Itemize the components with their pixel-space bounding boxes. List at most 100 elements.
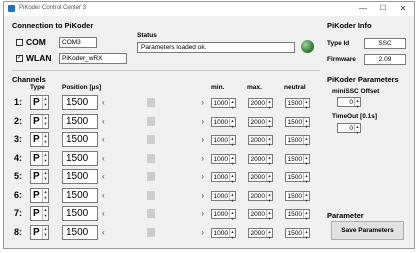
channel-type-select[interactable]: P ▲ ▼ (30, 206, 49, 221)
spin-arrows-icon[interactable]: ▲ ▼ (42, 207, 48, 220)
spin-arrows-icon[interactable]: ▲ ▼ (229, 99, 235, 110)
channel-max-stepper[interactable]: 2000 ▲ ▼ (248, 228, 273, 240)
slider-thumb[interactable] (147, 135, 155, 144)
channel-position-field[interactable]: 1500 (62, 225, 98, 240)
channel-position-field[interactable]: 1500 (62, 188, 98, 203)
channel-neutral-stepper[interactable]: 1500 ▲ ▼ (285, 154, 310, 166)
maximize-button[interactable]: ☐ (374, 3, 392, 14)
channel-neutral-stepper[interactable]: 1500 ▲ ▼ (285, 98, 310, 110)
channel-position-slider[interactable]: ‹ › (102, 135, 204, 144)
scroll-left-icon[interactable]: ‹ (102, 191, 105, 200)
spin-arrows-icon[interactable]: ▲ ▼ (303, 99, 309, 110)
spin-arrows-icon[interactable]: ▲ ▼ (303, 173, 309, 184)
slider-thumb[interactable] (147, 154, 155, 163)
spin-arrows-icon[interactable]: ▲ ▼ (42, 152, 48, 165)
spin-arrows-icon[interactable]: ▲ ▼ (229, 118, 235, 129)
channel-position-field[interactable]: 1500 (62, 132, 98, 147)
scroll-right-icon[interactable]: › (201, 191, 204, 200)
slider-thumb[interactable] (147, 209, 155, 218)
scroll-left-icon[interactable]: ‹ (102, 172, 105, 181)
spin-arrows-icon[interactable]: ▲ ▼ (266, 210, 272, 221)
channel-neutral-stepper[interactable]: 1500 ▲ ▼ (285, 172, 310, 184)
channel-max-stepper[interactable]: 2000 ▲ ▼ (248, 154, 273, 166)
channel-min-stepper[interactable]: 1000 ▲ ▼ (211, 209, 236, 221)
scroll-right-icon[interactable]: › (201, 135, 204, 144)
channel-position-field[interactable]: 1500 (62, 151, 98, 166)
scroll-right-icon[interactable]: › (201, 117, 204, 126)
channel-position-slider[interactable]: ‹ › (102, 191, 204, 200)
channel-max-stepper[interactable]: 2000 ▲ ▼ (248, 117, 273, 129)
slider-thumb[interactable] (147, 172, 155, 181)
scroll-left-icon[interactable]: ‹ (102, 98, 105, 107)
spin-arrows-icon[interactable]: ▲ ▼ (229, 192, 235, 203)
spin-arrows-icon[interactable]: ▲ ▼ (42, 189, 48, 202)
spin-arrows-icon[interactable]: ▲ ▼ (42, 96, 48, 109)
spin-arrows-icon[interactable]: ▲ ▼ (266, 192, 272, 203)
channel-position-slider[interactable]: ‹ › (102, 117, 204, 126)
channel-max-stepper[interactable]: 2000 ▲ ▼ (248, 172, 273, 184)
channel-position-field[interactable]: 1500 (62, 169, 98, 184)
channel-min-stepper[interactable]: 1000 ▲ ▼ (211, 228, 236, 240)
scroll-left-icon[interactable]: ‹ (102, 154, 105, 163)
channel-neutral-stepper[interactable]: 1500 ▲ ▼ (285, 209, 310, 221)
spin-arrows-icon[interactable]: ▲ ▼ (42, 115, 48, 128)
spin-arrows-icon[interactable]: ▲ ▼ (42, 170, 48, 183)
spin-arrows-icon[interactable]: ▲ ▼ (266, 229, 272, 240)
slider-thumb[interactable] (147, 191, 155, 200)
channel-position-slider[interactable]: ‹ › (102, 98, 204, 107)
com-port-field[interactable]: COM3 (59, 37, 97, 48)
offset-stepper[interactable]: 0 ▲ ▼ (337, 97, 361, 109)
channel-min-stepper[interactable]: 1000 ▲ ▼ (211, 191, 236, 203)
channel-position-field[interactable]: 1500 (62, 114, 98, 129)
spin-arrows-icon[interactable]: ▲ ▼ (303, 118, 309, 129)
spin-arrows-icon[interactable]: ▲ ▼ (266, 99, 272, 110)
channel-position-slider[interactable]: ‹ › (102, 154, 204, 163)
wlan-ssid-field[interactable]: PiKoder_wRX (59, 53, 127, 64)
channel-min-stepper[interactable]: 1000 ▲ ▼ (211, 98, 236, 110)
spin-arrows-icon[interactable]: ▲ ▼ (229, 136, 235, 147)
spin-arrows-icon[interactable]: ▲ ▼ (266, 173, 272, 184)
slider-thumb[interactable] (147, 228, 155, 237)
scroll-right-icon[interactable]: › (201, 209, 204, 218)
channel-min-stepper[interactable]: 1000 ▲ ▼ (211, 154, 236, 166)
scroll-right-icon[interactable]: › (201, 98, 204, 107)
channel-type-select[interactable]: P ▲ ▼ (30, 95, 49, 110)
save-parameters-button[interactable]: Save Parameters (331, 221, 404, 240)
channel-type-select[interactable]: P ▲ ▼ (30, 132, 49, 147)
channel-max-stepper[interactable]: 2000 ▲ ▼ (248, 135, 273, 147)
channel-neutral-stepper[interactable]: 1500 ▲ ▼ (285, 191, 310, 203)
spin-arrows-icon[interactable]: ▲ ▼ (42, 133, 48, 146)
spin-arrows-icon[interactable]: ▲ ▼ (229, 155, 235, 166)
scroll-right-icon[interactable]: › (201, 172, 204, 181)
spin-arrows-icon[interactable]: ▲ ▼ (354, 124, 360, 135)
spin-arrows-icon[interactable]: ▲ ▼ (303, 155, 309, 166)
channel-neutral-stepper[interactable]: 1500 ▲ ▼ (285, 135, 310, 147)
spin-arrows-icon[interactable]: ▲ ▼ (229, 210, 235, 221)
channel-min-stepper[interactable]: 1000 ▲ ▼ (211, 135, 236, 147)
scroll-left-icon[interactable]: ‹ (102, 135, 105, 144)
channel-position-slider[interactable]: ‹ › (102, 228, 204, 237)
spin-arrows-icon[interactable]: ▲ ▼ (303, 192, 309, 203)
channel-position-field[interactable]: 1500 (62, 95, 98, 110)
channel-type-select[interactable]: P ▲ ▼ (30, 114, 49, 129)
channel-min-stepper[interactable]: 1000 ▲ ▼ (211, 117, 236, 129)
spin-arrows-icon[interactable]: ▲ ▼ (303, 210, 309, 221)
spin-arrows-icon[interactable]: ▲ ▼ (229, 229, 235, 240)
scroll-right-icon[interactable]: › (201, 154, 204, 163)
channel-max-stepper[interactable]: 2000 ▲ ▼ (248, 98, 273, 110)
spin-arrows-icon[interactable]: ▲ ▼ (266, 136, 272, 147)
channel-max-stepper[interactable]: 2000 ▲ ▼ (248, 191, 273, 203)
timeout-stepper[interactable]: 0 ▲ ▼ (337, 123, 361, 135)
channel-neutral-stepper[interactable]: 1500 ▲ ▼ (285, 117, 310, 129)
channel-type-select[interactable]: P ▲ ▼ (30, 225, 49, 240)
slider-thumb[interactable] (147, 117, 155, 126)
wlan-checkbox[interactable]: ✓ (16, 55, 23, 62)
channel-min-stepper[interactable]: 1000 ▲ ▼ (211, 172, 236, 184)
scroll-left-icon[interactable]: ‹ (102, 209, 105, 218)
spin-arrows-icon[interactable]: ▲ ▼ (266, 155, 272, 166)
minimize-button[interactable]: — (354, 3, 372, 14)
channel-position-field[interactable]: 1500 (62, 206, 98, 221)
channel-type-select[interactable]: P ▲ ▼ (30, 188, 49, 203)
spin-arrows-icon[interactable]: ▲ ▼ (229, 173, 235, 184)
spin-arrows-icon[interactable]: ▲ ▼ (266, 118, 272, 129)
